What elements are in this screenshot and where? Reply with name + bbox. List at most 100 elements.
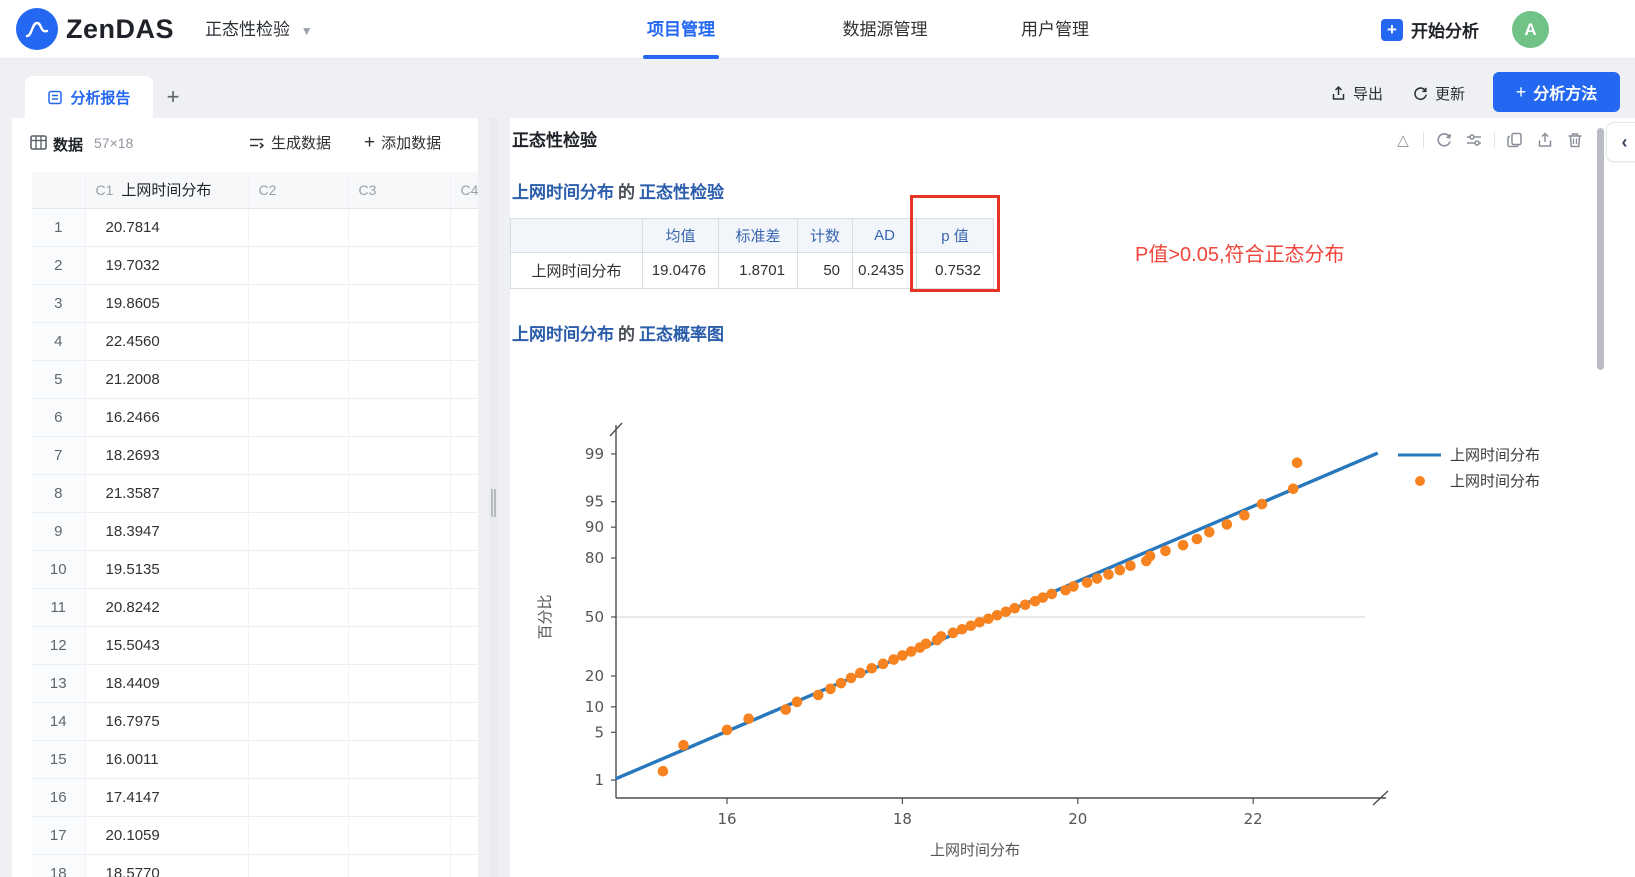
cell-c4[interactable]: [450, 664, 478, 702]
cell-c4[interactable]: [450, 436, 478, 474]
cell-c1[interactable]: 16.0011: [85, 740, 248, 778]
cell-c2[interactable]: [248, 588, 348, 626]
cell-c3[interactable]: [348, 740, 450, 778]
cell-c3[interactable]: [348, 550, 450, 588]
data-panel: 数据 57×18 生成数据 + 添加数据 C1上网时间分布: [12, 118, 478, 877]
column-header-c1[interactable]: C1上网时间分布: [85, 172, 248, 208]
cell-c3[interactable]: [348, 588, 450, 626]
cell-c1[interactable]: 18.4409: [85, 664, 248, 702]
cell-c4[interactable]: [450, 474, 478, 512]
cell-c4[interactable]: [450, 360, 478, 398]
cell-c1[interactable]: 19.8605: [85, 284, 248, 322]
cell-c2[interactable]: [248, 322, 348, 360]
cell-c1[interactable]: 16.7975: [85, 702, 248, 740]
column-header-c2[interactable]: C2: [248, 172, 348, 208]
cell-c1[interactable]: 16.2466: [85, 398, 248, 436]
cell-c3[interactable]: [348, 816, 450, 854]
column-header-c4[interactable]: C4: [450, 172, 478, 208]
cell-c3[interactable]: [348, 626, 450, 664]
export-section-icon[interactable]: [1535, 130, 1555, 150]
cell-c2[interactable]: [248, 360, 348, 398]
tab-user-management[interactable]: 用户管理: [1015, 0, 1095, 59]
collapse-panel-button[interactable]: ‹: [1606, 122, 1635, 162]
cell-c4[interactable]: [450, 246, 478, 284]
cell-c3[interactable]: [348, 702, 450, 740]
collapse-section-icon[interactable]: △: [1393, 130, 1413, 150]
export-button[interactable]: 导出: [1330, 80, 1383, 106]
cell-c1[interactable]: 20.8242: [85, 588, 248, 626]
cell-c3[interactable]: [348, 322, 450, 360]
cell-c4[interactable]: [450, 512, 478, 550]
tab-datasource-management[interactable]: 数据源管理: [835, 0, 935, 59]
cell-c2[interactable]: [248, 474, 348, 512]
cell-c2[interactable]: [248, 284, 348, 322]
cell-c1[interactable]: 20.7814: [85, 208, 248, 246]
cell-c1[interactable]: 18.5770: [85, 854, 248, 877]
cell-c4[interactable]: [450, 778, 478, 816]
cell-c3[interactable]: [348, 246, 450, 284]
cell-c2[interactable]: [248, 778, 348, 816]
cell-c3[interactable]: [348, 284, 450, 322]
add-data-button[interactable]: + 添加数据: [364, 132, 441, 153]
cell-c2[interactable]: [248, 816, 348, 854]
start-analysis-button[interactable]: + 开始分析: [1381, 0, 1479, 59]
cell-c3[interactable]: [348, 474, 450, 512]
cell-c1[interactable]: 17.4147: [85, 778, 248, 816]
cell-c2[interactable]: [248, 664, 348, 702]
cell-c4[interactable]: [450, 816, 478, 854]
cell-c3[interactable]: [348, 360, 450, 398]
cell-c2[interactable]: [248, 398, 348, 436]
cell-c3[interactable]: [348, 436, 450, 474]
cell-c2[interactable]: [248, 436, 348, 474]
cell-c4[interactable]: [450, 626, 478, 664]
cell-c1[interactable]: 15.5043: [85, 626, 248, 664]
cell-c3[interactable]: [348, 778, 450, 816]
cell-c3[interactable]: [348, 208, 450, 246]
cell-c3[interactable]: [348, 854, 450, 877]
cell-c4[interactable]: [450, 588, 478, 626]
cell-c1[interactable]: 22.4560: [85, 322, 248, 360]
cell-c2[interactable]: [248, 246, 348, 284]
cell-c4[interactable]: [450, 322, 478, 360]
cell-c4[interactable]: [450, 284, 478, 322]
cell-c2[interactable]: [248, 702, 348, 740]
project-dropdown[interactable]: 正态性检验 ▼: [205, 0, 313, 59]
cell-c2[interactable]: [248, 626, 348, 664]
cell-c4[interactable]: [450, 740, 478, 778]
cell-c4[interactable]: [450, 550, 478, 588]
cell-c1[interactable]: 20.1059: [85, 816, 248, 854]
cell-c4[interactable]: [450, 854, 478, 877]
cell-c2[interactable]: [248, 550, 348, 588]
cell-c1[interactable]: 18.2693: [85, 436, 248, 474]
cell-c3[interactable]: [348, 664, 450, 702]
cell-c1[interactable]: 19.5135: [85, 550, 248, 588]
cell-c2[interactable]: [248, 208, 348, 246]
delete-trash-icon[interactable]: [1565, 130, 1585, 150]
cell-c1[interactable]: 21.3587: [85, 474, 248, 512]
copy-icon[interactable]: [1505, 130, 1525, 150]
rerun-icon[interactable]: [1434, 130, 1454, 150]
cell-c4[interactable]: [450, 208, 478, 246]
cell-c4[interactable]: [450, 702, 478, 740]
tab-project-management[interactable]: 项目管理: [643, 0, 719, 59]
settings-sliders-icon[interactable]: [1464, 130, 1484, 150]
add-analysis-method-button[interactable]: + 分析方法: [1493, 72, 1620, 112]
row-number: 11: [32, 588, 85, 626]
cell-c4[interactable]: [450, 398, 478, 436]
cell-c3[interactable]: [348, 512, 450, 550]
avatar[interactable]: A: [1512, 11, 1549, 48]
cell-c2[interactable]: [248, 854, 348, 877]
cell-c2[interactable]: [248, 512, 348, 550]
cell-c3[interactable]: [348, 398, 450, 436]
cell-c1[interactable]: 19.7032: [85, 246, 248, 284]
cell-c1[interactable]: 18.3947: [85, 512, 248, 550]
tab-analysis-report[interactable]: 分析报告: [25, 76, 153, 118]
refresh-button[interactable]: 更新: [1412, 80, 1465, 106]
vertical-scrollbar[interactable]: [1597, 128, 1604, 370]
generate-data-button[interactable]: 生成数据: [248, 132, 331, 153]
cell-c1[interactable]: 21.2008: [85, 360, 248, 398]
new-report-tab-button[interactable]: +: [160, 85, 186, 111]
column-header-c3[interactable]: C3: [348, 172, 450, 208]
panel-splitter[interactable]: [489, 118, 498, 877]
cell-c2[interactable]: [248, 740, 348, 778]
